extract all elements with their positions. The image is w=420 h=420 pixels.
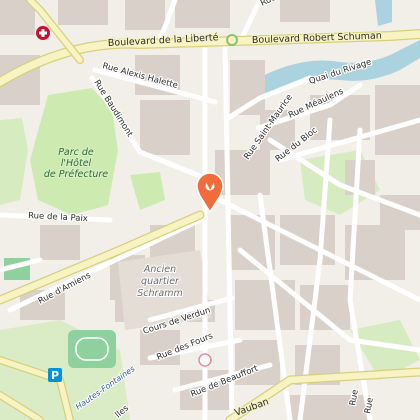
label-ancien-line3: Schramm: [137, 288, 183, 299]
sports-pitch: [68, 330, 116, 368]
hospital-cross-icon[interactable]: [36, 26, 50, 40]
label-parc-line3: de Préfecture: [44, 169, 108, 180]
label-ancien-line1: Ancien: [143, 264, 176, 275]
label-parc-line2: l'Hôtel: [61, 158, 92, 169]
map-view[interactable]: P Boulevard de la Liberté Boulevard Robe…: [0, 0, 420, 420]
parking-icon[interactable]: P: [48, 368, 62, 382]
roundabout-north: [226, 34, 238, 46]
roundabout-south: [198, 353, 212, 367]
parking-symbol: P: [51, 369, 59, 382]
label-ancien-line2: quartier: [141, 276, 180, 287]
label-parc-line1: Parc de: [58, 147, 94, 158]
map-canvas: P Boulevard de la Liberté Boulevard Robe…: [0, 0, 420, 420]
